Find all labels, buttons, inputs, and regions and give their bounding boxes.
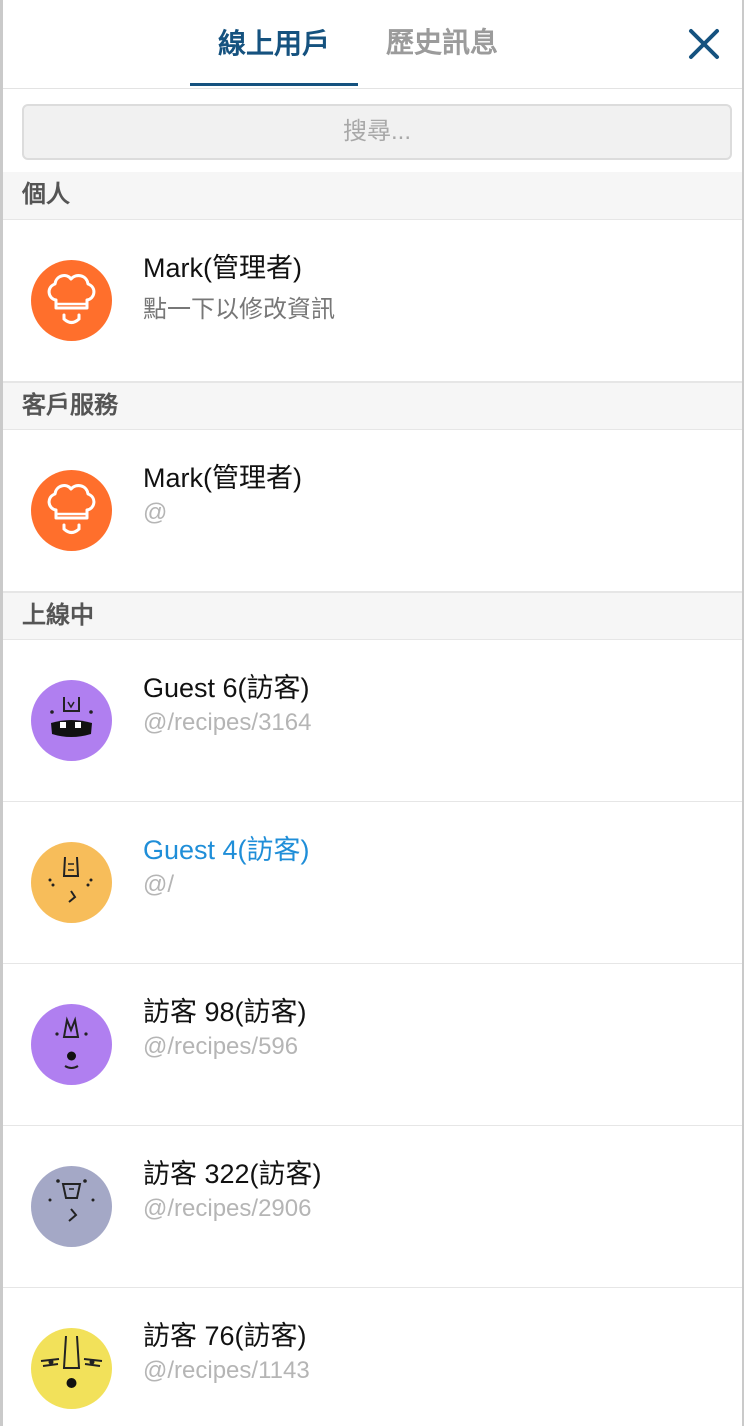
section-header-personal: 個人 <box>3 172 742 220</box>
orange-face-avatar <box>31 842 112 923</box>
chef-hat-avatar <box>31 470 112 551</box>
user-row-support[interactable]: Mark(管理者) @ <box>3 430 742 592</box>
tab-message-history[interactable]: 歷史訊息 <box>363 0 521 86</box>
user-name: Mark(管理者) <box>143 253 302 283</box>
user-location: @ <box>143 499 168 526</box>
user-name: 訪客 98(訪客) <box>143 997 307 1027</box>
user-row-personal[interactable]: Mark(管理者) 點一下以修改資訊 <box>3 220 742 382</box>
close-icon <box>689 29 719 59</box>
section-header-support: 客戶服務 <box>3 382 742 430</box>
user-name: Mark(管理者) <box>143 463 302 493</box>
user-row-online[interactable]: 訪客 98(訪客) @/recipes/596 <box>3 964 742 1126</box>
user-name: Guest 6(訪客) <box>143 673 310 703</box>
chef-hat-avatar <box>31 260 112 341</box>
tab-online-users[interactable]: 線上用戶 <box>190 0 358 86</box>
user-location: @/ <box>143 871 175 898</box>
search-bar <box>3 89 742 172</box>
search-input[interactable] <box>22 104 732 160</box>
user-row-online[interactable]: 訪客 322(訪客) @/recipes/2906 <box>3 1126 742 1288</box>
user-location: @/recipes/2906 <box>143 1195 312 1222</box>
panel-header: 線上用戶 歷史訊息 <box>3 0 742 89</box>
users-panel: 線上用戶 歷史訊息 個人 Mark(管理者) 點一下以修改資訊 客戶服務 <box>3 0 742 1426</box>
user-row-online[interactable]: Guest 6(訪客) @/recipes/3164 <box>3 640 742 802</box>
purple-monster-avatar <box>31 680 112 761</box>
edit-info-hint: 點一下以修改資訊 <box>143 296 335 323</box>
yellow-face-avatar <box>31 1328 112 1409</box>
user-name: Guest 4(訪客) <box>143 835 310 865</box>
user-name: 訪客 76(訪客) <box>143 1321 307 1351</box>
slate-face-avatar <box>31 1166 112 1247</box>
user-location: @/recipes/3164 <box>143 709 312 736</box>
user-location: @/recipes/1143 <box>143 1357 310 1384</box>
section-header-online: 上線中 <box>3 592 742 640</box>
user-location: @/recipes/596 <box>143 1033 299 1060</box>
close-button[interactable] <box>684 24 724 64</box>
user-name: 訪客 322(訪客) <box>143 1159 322 1189</box>
user-row-online[interactable]: 訪客 76(訪客) @/recipes/1143 <box>3 1288 742 1426</box>
purple-face-avatar <box>31 1004 112 1085</box>
user-row-online[interactable]: Guest 4(訪客) @/ <box>3 802 742 964</box>
